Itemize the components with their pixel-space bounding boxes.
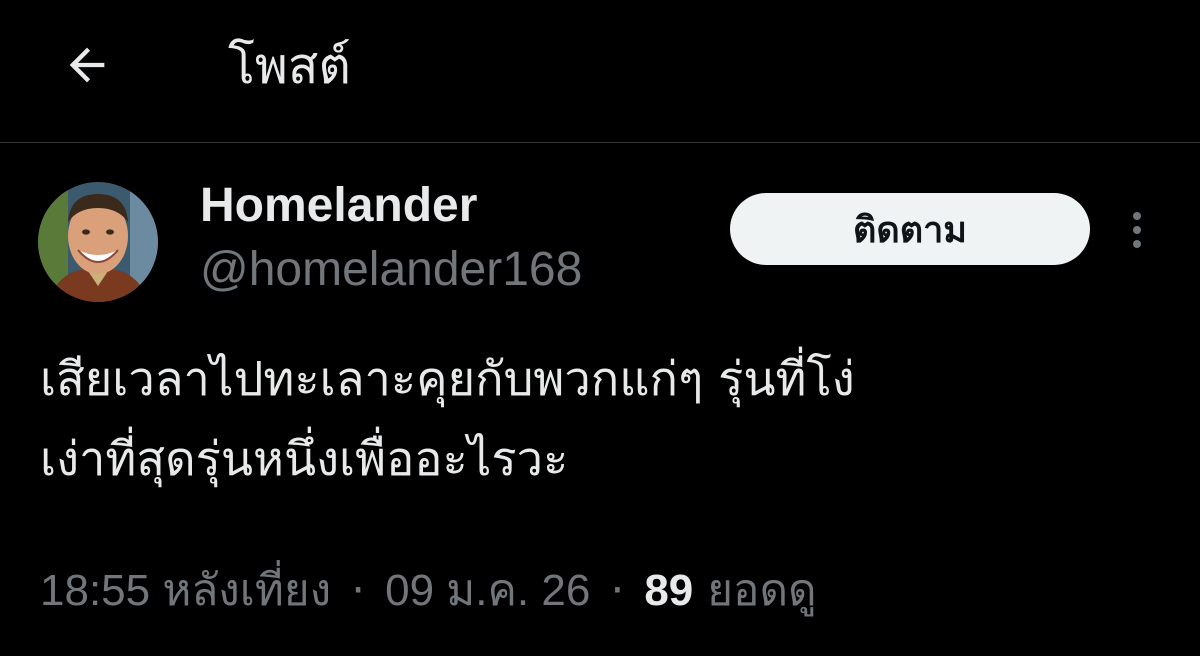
views-label: ยอดดู	[707, 565, 817, 616]
separator-dot: ·	[610, 565, 625, 616]
post-time[interactable]: 18:55 หลังเที่ยง	[40, 566, 331, 615]
follow-button[interactable]: ติดตาม	[730, 193, 1090, 265]
top-bar: โพสต์	[0, 0, 1200, 143]
avatar[interactable]	[38, 182, 158, 302]
author-display-name[interactable]: Homelander	[200, 176, 477, 236]
post-text-line: เง่าที่สุดรุ่นหนึ่งเพื่ออะไรวะ	[40, 432, 569, 487]
post-date[interactable]: 09 ม.ค. 26	[385, 566, 590, 615]
page-title: โพสต์	[228, 37, 351, 95]
arrow-left-icon	[69, 47, 105, 83]
post-text: เสียเวลาไปทะเลาะคุยกับพวกแก่ๆ รุ่นที่โง่…	[40, 340, 1160, 500]
more-options-button[interactable]	[1114, 200, 1160, 260]
more-vertical-icon	[1133, 212, 1141, 248]
author-handle[interactable]: @homelander168	[200, 240, 582, 300]
views-count: 89	[644, 566, 694, 615]
post-metadata: 18:55 หลังเที่ยง · 09 ม.ค. 26 · 89 ยอดดู	[40, 556, 817, 626]
post-text-line: เสียเวลาไปทะเลาะคุยกับพวกแก่ๆ รุ่นที่โง่	[40, 352, 855, 407]
separator-dot: ·	[351, 565, 366, 616]
back-button[interactable]	[52, 30, 122, 100]
